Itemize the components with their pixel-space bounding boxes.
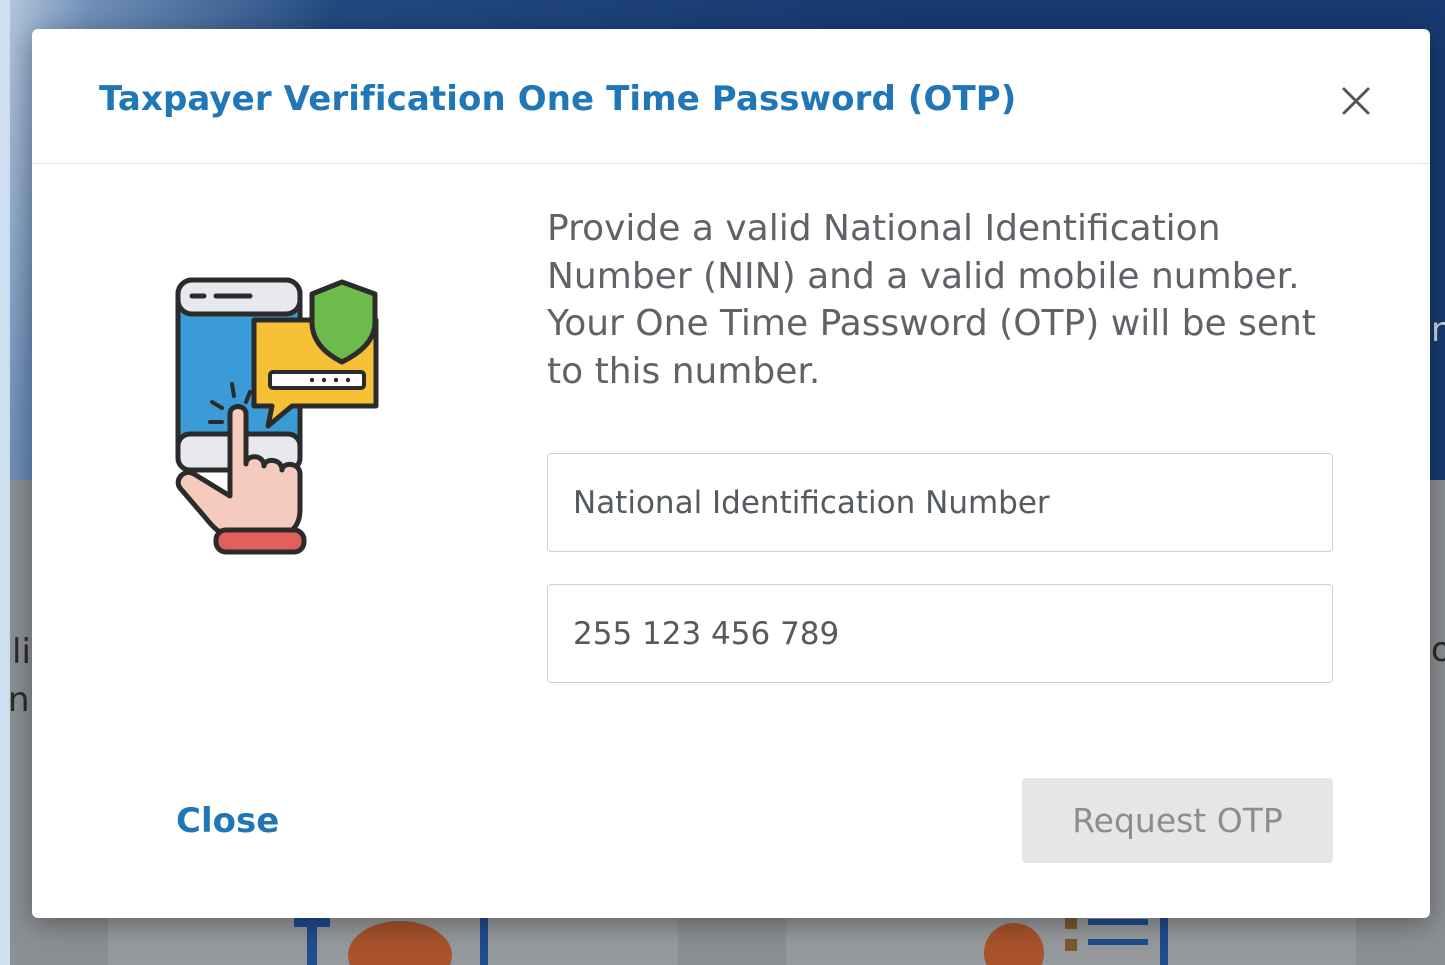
close-button[interactable]: Close	[176, 801, 279, 841]
background-text-fragment: n	[1431, 310, 1445, 350]
modal-header: Taxpayer Verification One Time Password …	[32, 29, 1430, 164]
request-otp-button[interactable]: Request OTP	[1022, 778, 1333, 863]
background-text-fragment: o	[1431, 630, 1445, 670]
mobile-number-input[interactable]	[547, 584, 1333, 683]
modal-title: Taxpayer Verification One Time Password …	[99, 79, 1017, 119]
otp-instructions: Provide a valid National Identification …	[547, 208, 1316, 392]
background-text-fragment: li	[12, 632, 31, 672]
close-icon[interactable]	[1334, 79, 1378, 123]
phone-otp-shield-icon	[175, 277, 379, 555]
otp-modal: Taxpayer Verification One Time Password …	[32, 29, 1430, 918]
background-text-fragment: n	[8, 680, 30, 720]
nin-input[interactable]	[547, 453, 1333, 552]
background-left-strip	[0, 0, 10, 965]
